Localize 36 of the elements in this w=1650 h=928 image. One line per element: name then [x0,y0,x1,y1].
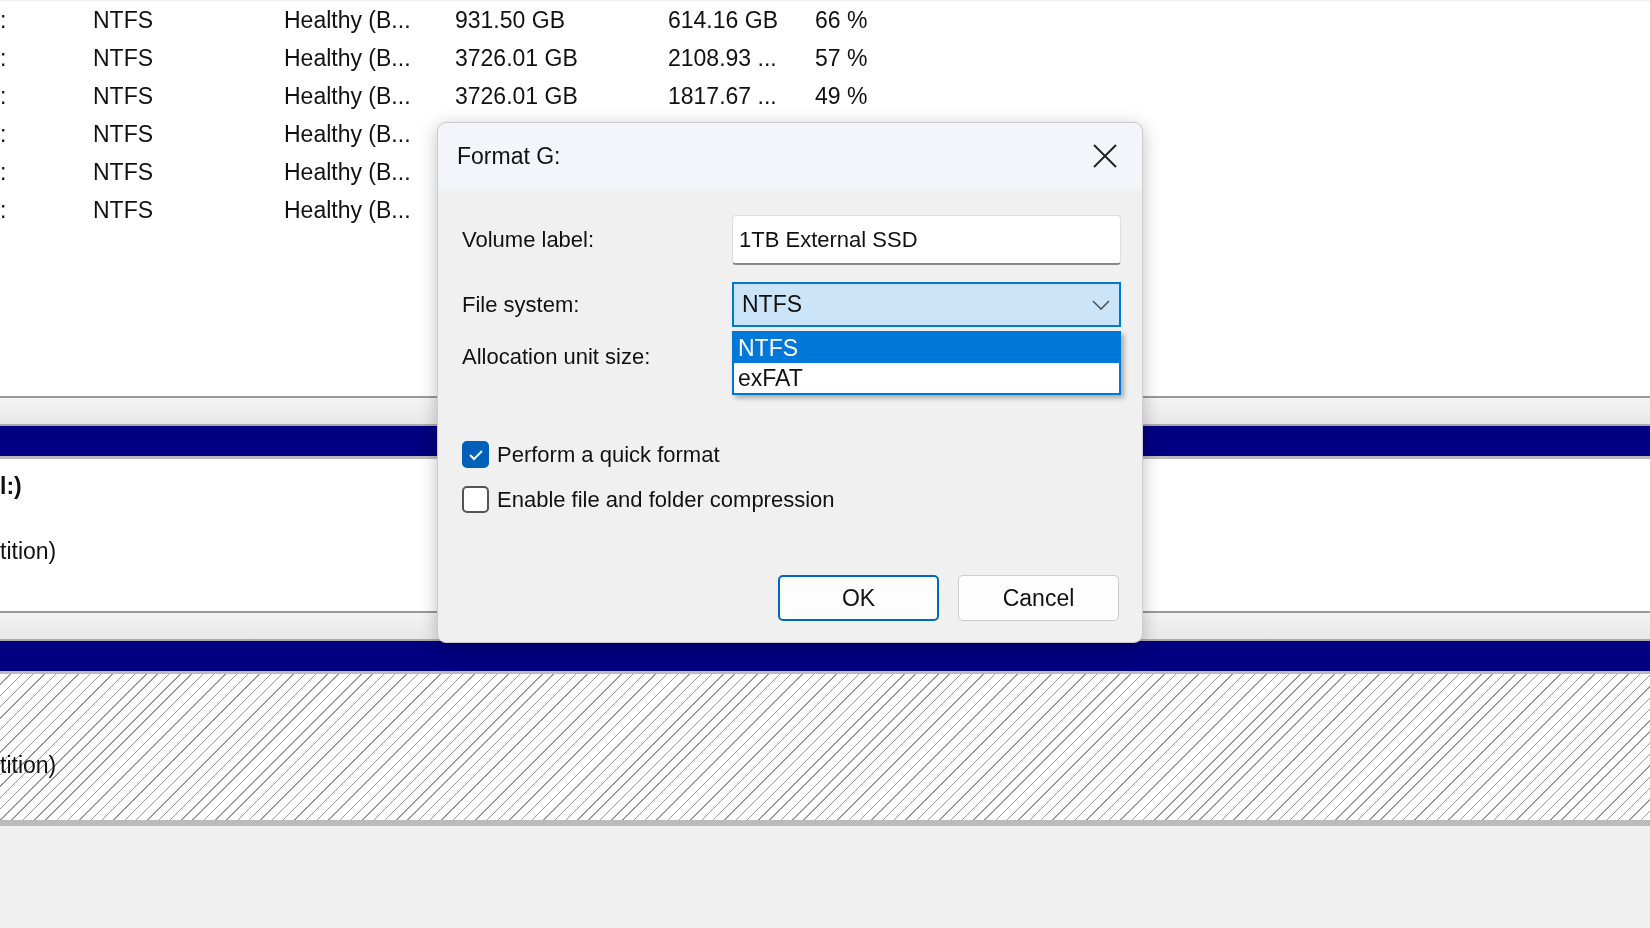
checkbox-label: Enable file and folder compression [497,486,835,513]
table-cell-text: Healthy (B... [284,120,412,148]
table-cell-text: 614.16 GB [668,6,779,34]
table-cell-text: : [0,120,8,148]
partition-detail: tition) [0,538,57,565]
table-cell-text: Healthy (B... [284,44,412,72]
table-cell-text: 931.50 GB [455,6,566,34]
field-label: Volume label: [462,227,596,253]
table-cell-text: : [0,44,8,72]
table-cell-text: NTFS [93,82,155,110]
table-cell-text: NTFS [93,6,155,34]
table-cell-text: NTFS [93,196,155,224]
checkbox-label: Perform a quick format [497,441,720,468]
table-cell-text: 3726.01 GB [455,44,579,72]
table-cell-text: : [0,158,8,186]
table-cell-text: : [0,82,8,110]
table-cell-text: NTFS [93,158,155,186]
table-cell-text: NTFS [93,120,155,148]
table-cell-text: Healthy (B... [284,196,412,224]
table-cell-text: 3726.01 GB [455,82,579,110]
table-cell-text: 2108.93 ... [668,44,778,72]
table-cell-text: : [0,196,8,224]
table-cell-text: 66 % [815,6,869,34]
table-cell-text: 49 % [815,82,869,110]
table-cell-text: NTFS [93,44,155,72]
table-cell-text: Healthy (B... [284,82,412,110]
table-cell-text: 1817.67 ... [668,82,778,110]
partition-detail: tition) [0,752,57,779]
field-label: Allocation unit size: [462,344,652,370]
table-cell-text: Healthy (B... [284,158,412,186]
table-cell-text: : [0,6,8,34]
table-cell-text: 57 % [815,44,869,72]
field-label: File system: [462,291,581,318]
table-cell-text: Healthy (B... [284,6,412,34]
partition-title: l:) [0,473,22,500]
dialog-title: Format G: [457,142,561,170]
